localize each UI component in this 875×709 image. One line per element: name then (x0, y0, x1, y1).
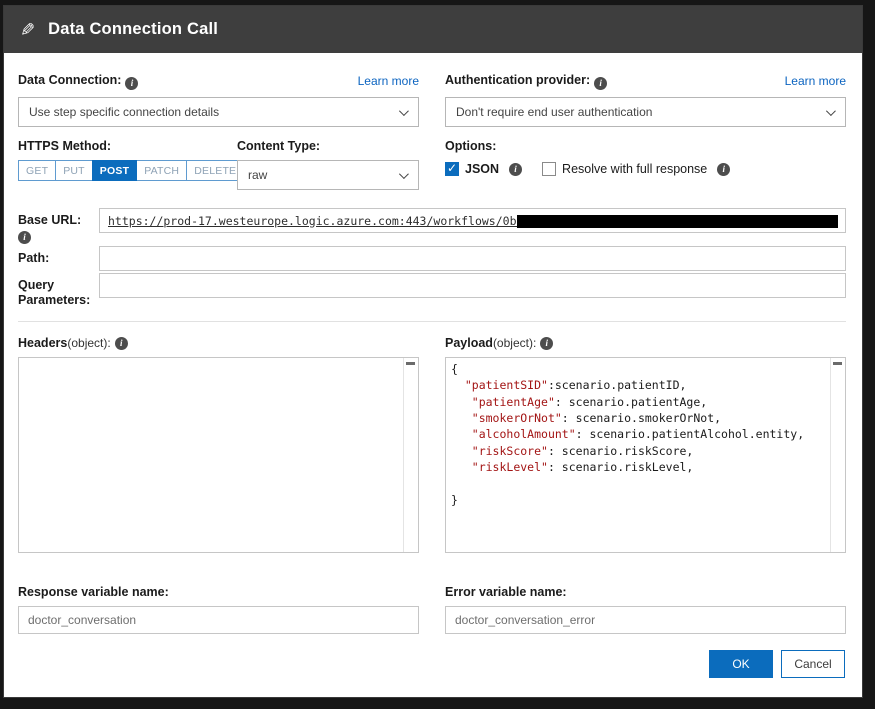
payload-code: { "patientSID":scenario.patientID, "pati… (451, 361, 825, 508)
error-variable-label: Error variable name: (445, 585, 846, 599)
data-connection-label: Data Connection: (18, 71, 138, 90)
redaction-bar (517, 215, 838, 228)
auth-provider-learn-more-link[interactable]: Learn more (785, 74, 846, 88)
edit-pencil-icon: ✎ (20, 21, 35, 39)
response-variable-input[interactable] (18, 606, 419, 634)
info-icon[interactable] (115, 337, 128, 350)
info-icon[interactable] (509, 163, 522, 176)
data-connection-call-dialog: ✎ Data Connection Call Data Connection: … (3, 5, 863, 698)
error-variable-input[interactable] (445, 606, 846, 634)
info-icon[interactable] (125, 77, 138, 90)
auth-provider-label: Authentication provider: (445, 71, 607, 90)
path-input[interactable] (99, 246, 846, 271)
payload-textarea[interactable]: { "patientSID":scenario.patientID, "pati… (445, 357, 846, 553)
info-icon[interactable] (540, 337, 553, 350)
info-icon[interactable] (594, 77, 607, 90)
https-method-option[interactable]: PATCH (136, 160, 187, 181)
resolve-option: Resolve with full response (542, 162, 730, 176)
info-icon[interactable] (717, 163, 730, 176)
content-type-selected-value: raw (248, 168, 267, 182)
query-parameters-label: Query Parameters: (18, 273, 99, 307)
query-parameters-input[interactable] (99, 273, 846, 298)
scrollbar-thumb[interactable] (406, 362, 415, 365)
data-connection-selected-value: Use step specific connection details (29, 105, 219, 119)
resolve-checkbox[interactable] (542, 162, 556, 176)
section-divider (18, 321, 846, 322)
dialog-title: Data Connection Call (48, 20, 218, 39)
dialog-footer: OK Cancel (709, 650, 845, 678)
https-method-label: HTTPS Method: (18, 139, 211, 153)
headers-textarea[interactable] (18, 357, 419, 553)
auth-provider-selected-value: Don't require end user authentication (456, 105, 652, 119)
https-method-option[interactable]: POST (92, 160, 137, 181)
headers-label: Headers (object): (18, 336, 419, 350)
data-connection-select[interactable]: Use step specific connection details (18, 97, 419, 127)
chevron-down-icon (826, 106, 836, 116)
auth-provider-select[interactable]: Don't require end user authentication (445, 97, 846, 127)
json-option: JSON (445, 162, 522, 176)
https-method-option[interactable]: GET (18, 160, 56, 181)
https-method-option[interactable]: DELETE (186, 160, 244, 181)
json-checkbox[interactable] (445, 162, 459, 176)
cancel-button[interactable]: Cancel (781, 650, 845, 678)
options-label: Options: (445, 139, 846, 153)
content-type-label: Content Type: (237, 139, 419, 153)
scrollbar-thumb[interactable] (833, 362, 842, 365)
response-variable-label: Response variable name: (18, 585, 419, 599)
https-method-group: GET PUT POST PATCH DELETE (18, 160, 244, 181)
content-type-select[interactable]: raw (237, 160, 419, 190)
json-checkbox-label[interactable]: JSON (465, 162, 499, 176)
ok-button[interactable]: OK (709, 650, 773, 678)
https-method-option[interactable]: PUT (55, 160, 93, 181)
path-label: Path: (18, 246, 99, 271)
data-connection-learn-more-link[interactable]: Learn more (358, 74, 419, 88)
payload-scrollbar[interactable] (830, 358, 845, 552)
chevron-down-icon (399, 169, 409, 179)
info-icon[interactable] (18, 231, 31, 244)
headers-scrollbar[interactable] (403, 358, 418, 552)
chevron-down-icon (399, 106, 409, 116)
dialog-header: ✎ Data Connection Call (4, 6, 862, 53)
base-url-value: https://prod-17.westeurope.logic.azure.c… (108, 214, 544, 228)
base-url-label: Base URL: (18, 208, 99, 244)
base-url-input[interactable]: https://prod-17.westeurope.logic.azure.c… (99, 208, 846, 233)
payload-label: Payload (object): (445, 336, 846, 350)
resolve-checkbox-label[interactable]: Resolve with full response (562, 162, 707, 176)
